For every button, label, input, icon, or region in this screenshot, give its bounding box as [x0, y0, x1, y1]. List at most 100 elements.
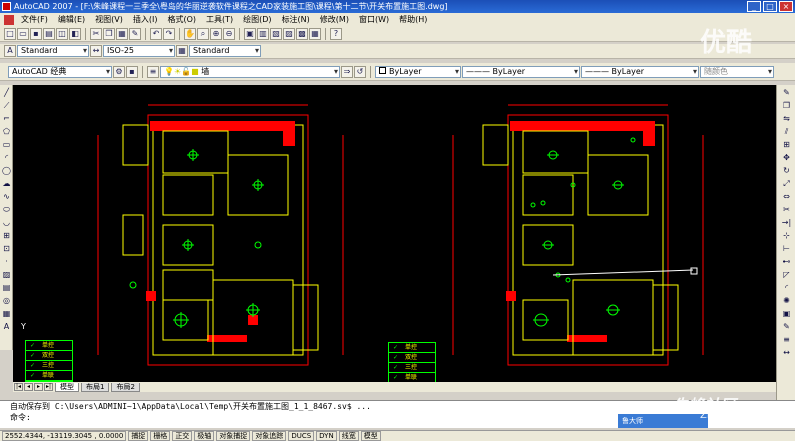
- close-button[interactable]: ×: [779, 1, 793, 12]
- ducs-toggle[interactable]: DUCS: [288, 431, 315, 441]
- help-icon[interactable]: ?: [330, 28, 342, 40]
- properties-panel-icon[interactable]: ▣: [781, 308, 792, 319]
- make-current-icon[interactable]: ⇒: [341, 65, 353, 78]
- dyn-toggle[interactable]: DYN: [316, 431, 337, 441]
- break-icon[interactable]: ⊢: [781, 243, 792, 254]
- tab-layout1[interactable]: 布局1: [81, 382, 110, 392]
- menu-modify[interactable]: 修改(M): [315, 13, 354, 27]
- calculator-icon[interactable]: ▦: [309, 28, 321, 40]
- paste-icon[interactable]: ▦: [116, 28, 128, 40]
- linetype-select[interactable]: ——— ByLayer: [462, 65, 580, 78]
- break-point-icon[interactable]: ⊹: [781, 230, 792, 241]
- tab-last-icon[interactable]: ▸|: [44, 383, 53, 391]
- workspace-save-icon[interactable]: ▪: [126, 65, 138, 78]
- text-style-icon[interactable]: A: [4, 45, 16, 57]
- cut-icon[interactable]: ✂: [90, 28, 102, 40]
- menu-tools[interactable]: 工具(T): [201, 13, 238, 27]
- otrack-toggle[interactable]: 对象追踪: [252, 431, 287, 441]
- hatch-icon[interactable]: ▨: [1, 269, 12, 280]
- osnap-toggle[interactable]: 对象捕捉: [216, 431, 251, 441]
- zoom-window-icon[interactable]: ⊕: [210, 28, 222, 40]
- menu-help[interactable]: 帮助(H): [394, 13, 432, 27]
- circle-icon[interactable]: ◯: [1, 165, 12, 176]
- rotate-icon[interactable]: ↻: [781, 165, 792, 176]
- publish-icon[interactable]: ◧: [69, 28, 81, 40]
- dim-style-select[interactable]: ISO-25: [103, 45, 175, 57]
- ortho-toggle[interactable]: 正交: [172, 431, 193, 441]
- fillet-icon[interactable]: ◜: [781, 282, 792, 293]
- drawing-canvas[interactable]: 单控 双控 三控 单联 单控 双控 三控 单联 Y: [13, 85, 776, 382]
- make-block-icon[interactable]: ⊡: [1, 243, 12, 254]
- workspace-select[interactable]: AutoCAD 经典: [8, 65, 112, 78]
- redo-icon[interactable]: ↷: [163, 28, 175, 40]
- layer-icon[interactable]: ≡: [781, 334, 792, 345]
- grid-toggle[interactable]: 栅格: [150, 431, 171, 441]
- document-icon[interactable]: [4, 15, 14, 25]
- preview-icon[interactable]: ◫: [56, 28, 68, 40]
- scale-icon[interactable]: ⤢: [781, 178, 792, 189]
- matchprop-icon[interactable]: ✎: [129, 28, 141, 40]
- menu-view[interactable]: 视图(V): [90, 13, 128, 27]
- chamfer-icon[interactable]: ◸: [781, 269, 792, 280]
- region-icon[interactable]: ◎: [1, 295, 12, 306]
- offset-icon[interactable]: ⫽: [781, 126, 792, 137]
- line-icon[interactable]: ╱: [1, 87, 12, 98]
- dim-style-icon[interactable]: ↔: [90, 45, 102, 57]
- mirror-icon[interactable]: ⇋: [781, 113, 792, 124]
- layer-select[interactable]: 💡☀🔓■ 墙: [160, 65, 340, 78]
- menu-format[interactable]: 格式(O): [162, 13, 201, 27]
- match-icon[interactable]: ✎: [781, 321, 792, 332]
- tool-palettes-icon[interactable]: ▧: [270, 28, 282, 40]
- copy-icon[interactable]: ❐: [103, 28, 115, 40]
- print-icon[interactable]: ▤: [43, 28, 55, 40]
- extend-icon[interactable]: →|: [781, 217, 792, 228]
- design-center-icon[interactable]: ▥: [257, 28, 269, 40]
- menu-file[interactable]: 文件(F): [16, 13, 53, 27]
- menu-draw[interactable]: 绘图(D): [238, 13, 276, 27]
- layer-previous-icon[interactable]: ↺: [354, 65, 366, 78]
- sheetset-icon[interactable]: ▨: [283, 28, 295, 40]
- polygon-icon[interactable]: ⬠: [1, 126, 12, 137]
- maximize-button[interactable]: □: [763, 1, 777, 12]
- menu-edit[interactable]: 编辑(E): [53, 13, 90, 27]
- ellipse-arc-icon[interactable]: ◡: [1, 217, 12, 228]
- array-icon[interactable]: ⊞: [781, 139, 792, 150]
- model-toggle[interactable]: 模型: [360, 431, 381, 441]
- revcloud-icon[interactable]: ☁: [1, 178, 12, 189]
- lineweight-toggle[interactable]: 线宽: [338, 431, 359, 441]
- rectangle-icon[interactable]: ▭: [1, 139, 12, 150]
- zoom-realtime-icon[interactable]: ⌕: [197, 28, 209, 40]
- color-select[interactable]: ByLayer: [375, 65, 461, 78]
- zoom-previous-icon[interactable]: ⊖: [223, 28, 235, 40]
- stretch-icon[interactable]: ⇔: [781, 191, 792, 202]
- ellipse-icon[interactable]: ⬭: [1, 204, 12, 215]
- tab-model[interactable]: 模型: [55, 382, 79, 392]
- new-icon[interactable]: □: [4, 28, 16, 40]
- tab-first-icon[interactable]: |◂: [14, 383, 23, 391]
- mtext-icon[interactable]: A: [1, 321, 12, 332]
- dim-icon[interactable]: ↔: [781, 347, 792, 358]
- trim-icon[interactable]: ✂: [781, 204, 792, 215]
- insert-block-icon[interactable]: ⊞: [1, 230, 12, 241]
- move-icon[interactable]: ✥: [781, 152, 792, 163]
- polar-toggle[interactable]: 极轴: [194, 431, 215, 441]
- markup-icon[interactable]: ▩: [296, 28, 308, 40]
- save-icon[interactable]: ▪: [30, 28, 42, 40]
- gradient-icon[interactable]: ▤: [1, 282, 12, 293]
- properties-icon[interactable]: ▣: [244, 28, 256, 40]
- construction-line-icon[interactable]: ⟋: [1, 100, 12, 111]
- snap-toggle[interactable]: 捕捉: [128, 431, 149, 441]
- open-icon[interactable]: ▭: [17, 28, 29, 40]
- point-icon[interactable]: ·: [1, 256, 12, 267]
- spline-icon[interactable]: ∿: [1, 191, 12, 202]
- notification-popup[interactable]: 鲁大师: [618, 414, 708, 428]
- menu-dimension[interactable]: 标注(N): [277, 13, 315, 27]
- explode-icon[interactable]: ✺: [781, 295, 792, 306]
- autocad-app-icon[interactable]: [2, 2, 11, 11]
- table-style-select[interactable]: Standard: [189, 45, 261, 57]
- polyline-icon[interactable]: ⌐: [1, 113, 12, 124]
- tab-prev-icon[interactable]: ◂: [24, 383, 33, 391]
- menu-window[interactable]: 窗口(W): [354, 13, 394, 27]
- table-style-icon[interactable]: ▦: [176, 45, 188, 57]
- layer-manager-icon[interactable]: ≡: [147, 65, 159, 78]
